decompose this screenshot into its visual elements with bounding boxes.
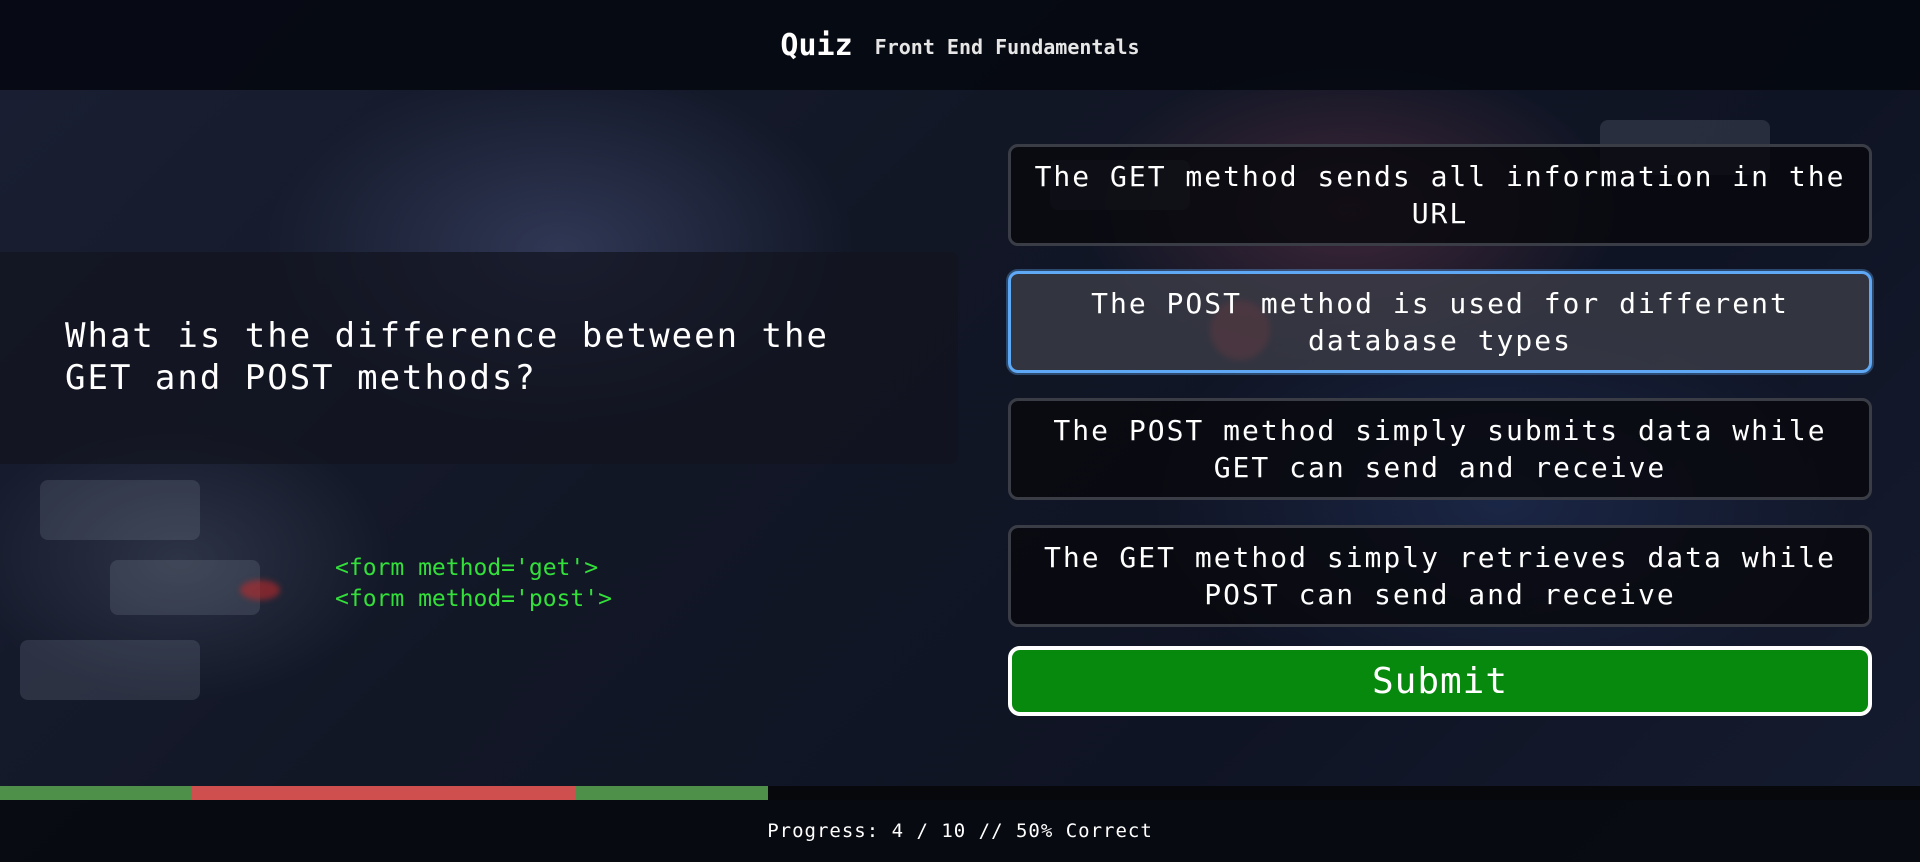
answer-label: The POST method simply submits data whil… bbox=[1053, 414, 1827, 484]
answer-label: The GET method simply retrieves data whi… bbox=[1043, 541, 1836, 611]
page-title: Quiz bbox=[780, 27, 853, 63]
background-key bbox=[110, 560, 260, 615]
app-header: Quiz Front End Fundamentals bbox=[0, 0, 1920, 90]
progress-bar bbox=[0, 786, 1920, 800]
answer-label: The GET method sends all information in … bbox=[1034, 160, 1846, 230]
background-key bbox=[40, 480, 200, 540]
progress-segment-incorrect bbox=[192, 786, 384, 800]
answer-option-1[interactable]: The GET method sends all information in … bbox=[1008, 144, 1872, 246]
code-line: <form method='post'> bbox=[335, 586, 612, 612]
progress-segment-incorrect bbox=[384, 786, 576, 800]
code-example: <form method='get'> <form method='post'> bbox=[335, 553, 612, 615]
progress-footer: Progress: 4 / 10 // 50% Correct bbox=[0, 800, 1920, 862]
answer-option-4[interactable]: The GET method simply retrieves data whi… bbox=[1008, 525, 1872, 627]
background-accent bbox=[240, 580, 280, 600]
answer-option-3[interactable]: The POST method simply submits data whil… bbox=[1008, 398, 1872, 500]
code-line: <form method='get'> bbox=[335, 555, 599, 581]
progress-text: Progress: 4 / 10 // 50% Correct bbox=[767, 820, 1153, 842]
submit-button[interactable]: Submit bbox=[1008, 646, 1872, 716]
quiz-subtitle: Front End Fundamentals bbox=[874, 35, 1140, 59]
answer-option-2[interactable]: The POST method is used for different da… bbox=[1008, 271, 1872, 373]
progress-segment-correct bbox=[0, 786, 192, 800]
background-key bbox=[20, 640, 200, 700]
question-text: What is the difference between the GET a… bbox=[65, 316, 829, 398]
progress-segment-correct bbox=[576, 786, 768, 800]
answer-list: The GET method sends all information in … bbox=[1008, 144, 1872, 652]
answer-label: The POST method is used for different da… bbox=[1091, 287, 1789, 357]
question-panel: What is the difference between the GET a… bbox=[0, 252, 958, 464]
